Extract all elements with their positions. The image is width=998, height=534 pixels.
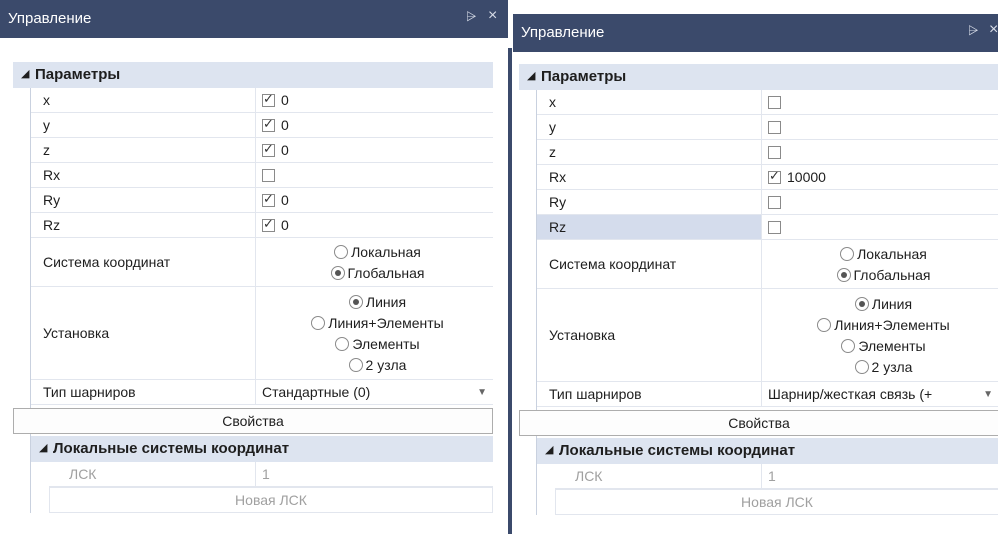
section-header-parameters[interactable]: ◢ Параметры	[13, 62, 493, 88]
checkbox-rz[interactable]	[768, 220, 781, 234]
properties-button[interactable]: Свойства	[519, 410, 998, 436]
triangle-down-icon[interactable]: ◢	[39, 441, 47, 454]
radio-label-line[interactable]: Линия	[366, 294, 406, 310]
radio-label-elements[interactable]: Элементы	[352, 336, 419, 352]
panel-body: ◢ Параметры x y z Rx ✓ 10000 Ry Rz Систе…	[513, 52, 998, 534]
close-icon[interactable]: ×	[989, 21, 998, 39]
panel-body: ◢ Параметры x ✓0 y ✓0 z ✓0 Rx Ry ✓0	[0, 38, 508, 534]
coord-system-row[interactable]: Система координат Локальная Глобальная	[537, 240, 998, 289]
chevron-down-icon[interactable]: ▼	[477, 387, 487, 398]
param-row-rx[interactable]: Rx	[31, 163, 493, 188]
checkbox-x[interactable]	[768, 95, 781, 109]
coord-system-row[interactable]: Система координат Локальная Глобальная	[31, 238, 493, 287]
radio-label-line[interactable]: Линия	[872, 296, 912, 312]
value-ry[interactable]: 0	[281, 192, 289, 208]
triangle-down-icon[interactable]: ◢	[21, 67, 29, 80]
panel-titlebar[interactable]: Управление ⩥ ×	[0, 0, 508, 38]
param-row-x[interactable]: x	[537, 90, 998, 115]
section-header-parameters[interactable]: ◢ Параметры	[519, 64, 998, 90]
panel-title: Управление	[8, 10, 92, 27]
hinge-type-row[interactable]: Тип шарниров Стандартные (0) ▼	[31, 380, 493, 405]
radio-global[interactable]	[836, 267, 851, 282]
radio-label-2-nodes[interactable]: 2 узла	[872, 359, 913, 375]
radio-label-elements[interactable]: Элементы	[858, 338, 925, 354]
hinge-type-dropdown[interactable]: Стандартные (0) ▼	[262, 384, 493, 400]
radio-line[interactable]	[348, 294, 363, 309]
param-row-rz[interactable]: Rz	[537, 215, 998, 240]
checkbox-rx[interactable]	[262, 168, 275, 182]
param-row-rz[interactable]: Rz ✓ 0	[31, 213, 493, 238]
properties-button[interactable]: Свойства	[13, 408, 493, 434]
radio-label-2-nodes[interactable]: 2 узла	[366, 357, 407, 373]
install-row[interactable]: Установка Линия Линия+Элементы Элементы …	[31, 287, 493, 380]
checkbox-rx[interactable]: ✓	[768, 168, 781, 184]
checkbox-z[interactable]: ✓	[262, 141, 275, 157]
lsk-row: ЛСК 1	[49, 462, 493, 487]
new-lsk-button[interactable]: Новая ЛСК	[49, 487, 493, 513]
checkbox-ry[interactable]	[768, 195, 781, 209]
checkbox-y[interactable]	[768, 120, 781, 134]
chevron-down-icon[interactable]: ▼	[983, 389, 993, 400]
radio-line-elements[interactable]	[817, 317, 832, 332]
param-row-z[interactable]: z ✓ 0	[31, 138, 493, 163]
radio-elements[interactable]	[335, 336, 350, 351]
param-row-y[interactable]: y	[537, 115, 998, 140]
section-header-lsk[interactable]: ◢ Локальные системы координат	[31, 436, 493, 462]
param-row-ry[interactable]: Ry	[537, 190, 998, 215]
pin-icon[interactable]: ⩥	[466, 9, 476, 25]
radio-2-nodes[interactable]	[348, 357, 363, 372]
install-row[interactable]: Установка Линия Линия+Элементы Элементы …	[537, 289, 998, 382]
radio-2-nodes[interactable]	[854, 359, 869, 374]
radio-label-local[interactable]: Локальная	[857, 246, 927, 262]
pin-icon[interactable]: ⩥	[968, 23, 978, 39]
triangle-down-icon[interactable]: ◢	[545, 443, 553, 456]
checkbox-y[interactable]: ✓	[262, 116, 275, 132]
section-header-lsk[interactable]: ◢ Локальные системы координат	[537, 438, 998, 464]
param-row-rx[interactable]: Rx ✓ 10000	[537, 165, 998, 190]
radio-global[interactable]	[330, 265, 345, 280]
panel-titlebar[interactable]: Управление ⩥ ×	[513, 14, 998, 52]
checkbox-ry[interactable]: ✓	[262, 191, 275, 207]
value-y[interactable]: 0	[281, 117, 289, 133]
param-row-z[interactable]: z	[537, 140, 998, 165]
property-grid: ◢ Параметры x y z Rx ✓ 10000 Ry Rz Систе…	[519, 64, 998, 515]
property-grid: ◢ Параметры x ✓0 y ✓0 z ✓0 Rx Ry ✓0	[13, 62, 493, 513]
value-z[interactable]: 0	[281, 142, 289, 158]
radio-line[interactable]	[854, 296, 869, 311]
radio-label-line-elements[interactable]: Линия+Элементы	[834, 317, 950, 333]
radio-elements[interactable]	[841, 338, 856, 353]
lsk-row: ЛСК 1	[555, 464, 998, 489]
value-rx[interactable]: 10000	[787, 169, 826, 185]
hinge-type-row[interactable]: Тип шарниров Шарнир/жесткая связь (+ ▼	[537, 382, 998, 407]
radio-label-local[interactable]: Локальная	[351, 244, 421, 260]
radio-label-global[interactable]: Глобальная	[348, 265, 425, 281]
checkbox-z[interactable]	[768, 145, 781, 159]
checkbox-rz[interactable]: ✓	[262, 216, 275, 232]
close-icon[interactable]: ×	[488, 7, 497, 25]
triangle-down-icon[interactable]: ◢	[527, 69, 535, 82]
param-row-x[interactable]: x ✓ 0	[31, 88, 493, 113]
radio-local[interactable]	[334, 244, 349, 259]
radio-label-line-elements[interactable]: Линия+Элементы	[328, 315, 444, 331]
radio-label-global[interactable]: Глобальная	[854, 267, 931, 283]
radio-local[interactable]	[840, 246, 855, 261]
param-row-ry[interactable]: Ry ✓ 0	[31, 188, 493, 213]
hinge-type-dropdown[interactable]: Шарнир/жесткая связь (+ ▼	[768, 386, 998, 402]
panel-title: Управление	[521, 24, 605, 41]
control-panel-left: Управление ⩥ × ◢ Параметры x ✓ 0 y ✓ 0 z ✓…	[0, 0, 508, 534]
param-row-y[interactable]: y ✓ 0	[31, 113, 493, 138]
value-x[interactable]: 0	[281, 92, 289, 108]
new-lsk-button[interactable]: Новая ЛСК	[555, 489, 998, 515]
value-rz[interactable]: 0	[281, 217, 289, 233]
control-panel-right: Управление ⩥ × ◢ Параметры x y z Rx ✓ 10…	[513, 0, 998, 534]
checkbox-x[interactable]: ✓	[262, 91, 275, 107]
radio-line-elements[interactable]	[311, 315, 326, 330]
